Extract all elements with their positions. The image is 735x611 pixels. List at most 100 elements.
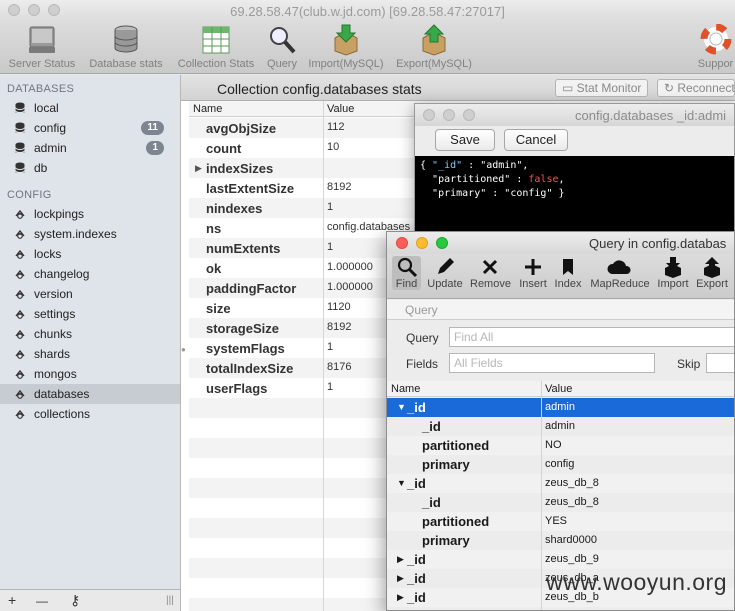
results-header: Name Value [387,381,734,397]
result-row[interactable]: partitioned YES [387,512,734,531]
name-column-header[interactable]: Name [193,103,222,115]
result-row[interactable]: _id admin [387,417,734,436]
disclosure-triangle-icon[interactable]: ▶ [397,592,404,603]
export-mysql-button[interactable]: Export(MySQL) [394,22,474,74]
sidebar-collection-changelog[interactable]: changelog [0,264,180,284]
skip-input[interactable] [706,353,734,373]
main-titlebar: 69.28.58.47(club.w.jd.com) [69.28.58.47:… [0,0,735,22]
import-box-icon [334,24,358,56]
save-button[interactable]: Save [435,129,495,151]
collection-icon [15,229,25,239]
update-button[interactable]: Update [426,256,464,290]
result-row[interactable]: primary config [387,455,734,474]
disclosure-triangle-icon[interactable]: ▼ [397,478,406,488]
support-button[interactable]: Suppor [696,22,735,74]
stat-value: 1 [327,381,334,393]
sidebar-collection-lockpings[interactable]: lockpings [0,204,180,224]
value-column-header[interactable]: Value [327,103,354,115]
zoom-window-button[interactable] [463,109,475,121]
remove-button[interactable]: Remove [470,256,511,290]
field-name: _id [407,400,426,415]
minimize-window-button[interactable] [443,109,455,121]
resize-handle[interactable]: ||| [166,595,174,606]
close-window-button[interactable] [396,237,408,249]
index-button[interactable]: Index [553,256,583,290]
sidebar-collection-mongos[interactable]: mongos [0,364,180,384]
collection-icon [15,409,25,419]
stat-value: 8192 [327,321,352,333]
plus-icon [525,259,541,275]
find-button[interactable]: Find [392,256,421,290]
query-input[interactable]: Find All [449,327,734,347]
insert-button[interactable]: Insert [517,256,549,290]
stat-name: count [206,141,242,156]
column-divider [323,101,324,611]
sidebar-collection-system-indexes[interactable]: system.indexes [0,224,180,244]
field-value: NO [545,439,562,451]
sidebar-db-db[interactable]: db [0,158,180,178]
field-value: zeus_db_8 [545,477,599,489]
result-row[interactable]: ▶ _id zeus_db_9 [387,550,734,569]
collection-stats-button[interactable]: Collection Stats [174,22,258,74]
sidebar-collection-settings[interactable]: settings [0,304,180,324]
sidebar-collection-version[interactable]: version [0,284,180,304]
query-toolbar: Find Update Remove Insert Index MapReduc… [387,254,734,299]
result-row[interactable]: partitioned NO [387,436,734,455]
result-row[interactable]: ▼ _id zeus_db_8 [387,474,734,493]
export-icon [704,257,720,278]
cancel-button[interactable]: Cancel [504,129,568,151]
sidebar: DATABASES local config 11 admin 1 db CON… [0,75,181,611]
field-name: partitioned [422,514,490,529]
sidebar-collection-chunks[interactable]: chunks [0,324,180,344]
sidebar-collection-shards[interactable]: shards [0,344,180,364]
query-button[interactable]: Query [264,22,300,74]
disclosure-triangle-icon[interactable]: ▶ [397,554,404,565]
name-column-header[interactable]: Name [391,383,420,395]
result-row[interactable]: _id zeus_db_8 [387,493,734,512]
query-window-titlebar: Query in config.databas [387,232,734,254]
value-column-header[interactable]: Value [545,383,572,395]
disclosure-triangle-icon[interactable]: ▶ [397,573,404,584]
close-window-button[interactable] [423,109,435,121]
stat-name: paddingFactor [206,281,297,296]
key-icon[interactable]: ⚷ [70,592,80,609]
result-row[interactable]: primary shard0000 [387,531,734,550]
result-row[interactable]: ▼ _id admin [387,398,734,417]
magnifier-icon [397,257,417,278]
import-button[interactable]: Import [655,256,691,290]
sidebar-db-admin[interactable]: admin 1 [0,138,180,158]
add-button[interactable]: + [8,592,16,608]
export-button[interactable]: Export [694,256,730,290]
import-mysql-button[interactable]: Import(MySQL) [306,22,386,74]
collection-icon [15,389,25,399]
split-handle[interactable]: ● [181,345,186,354]
skip-label: Skip [677,357,701,371]
database-stats-button[interactable]: Database stats [86,22,166,74]
server-status-button[interactable]: Server Status [6,22,78,74]
fields-input[interactable]: All Fields [449,353,655,373]
query-window: Query in config.databas Find Update Remo… [386,231,735,611]
stat-monitor-button[interactable]: ▭ Stat Monitor [555,79,649,97]
field-name: _id [407,571,426,586]
main-toolbar: Server Status Database stats Collection … [0,22,735,74]
pane-header: Collection config.databases stats ▭ Stat… [181,75,735,101]
sidebar-db-config[interactable]: config 11 [0,118,180,138]
sidebar-collection-locks[interactable]: locks [0,244,180,264]
minimize-window-button[interactable] [416,237,428,249]
sidebar-collection-databases[interactable]: databases [0,384,180,404]
tab-query[interactable]: Query [387,300,734,320]
remove-button[interactable]: — [36,594,48,608]
disclosure-triangle-icon[interactable]: ▶ [195,163,202,174]
disclosure-triangle-icon[interactable]: ▼ [397,402,406,412]
mapreduce-button[interactable]: MapReduce [589,256,651,290]
watermark: www.wooyun.org [546,569,727,595]
field-value: config [545,458,575,470]
sidebar-collection-collections[interactable]: collections [0,404,180,424]
zoom-window-button[interactable] [436,237,448,249]
stat-name: totalIndexSize [206,361,294,376]
document-editor[interactable]: { "_id" : "admin", "partitioned" : false… [415,156,734,234]
reconnect-button[interactable]: ↻ Reconnect [657,79,735,97]
bookmark-icon [563,259,573,275]
sidebar-db-local[interactable]: local [0,98,180,118]
monitor-icon: ▭ [562,81,577,95]
